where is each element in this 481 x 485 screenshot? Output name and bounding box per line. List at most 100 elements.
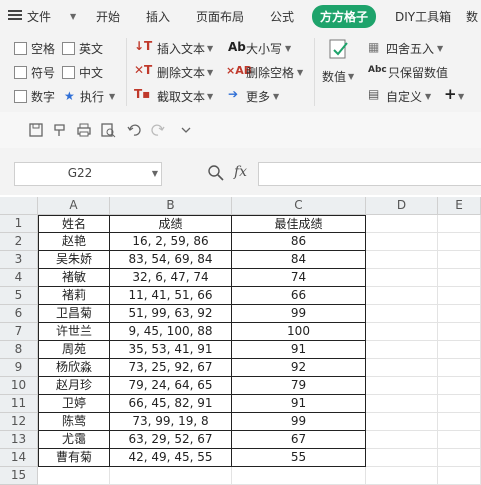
zoom-search-icon[interactable] <box>207 164 225 182</box>
empty-cell[interactable] <box>438 449 481 467</box>
empty-cell[interactable] <box>438 377 481 395</box>
row-header[interactable]: 2 <box>0 233 38 251</box>
chevron-down-icon[interactable]: ▼ <box>297 68 303 77</box>
chevron-down-icon[interactable]: ▼ <box>437 44 443 53</box>
keep-value-button[interactable]: 只保留数值 <box>388 64 448 81</box>
row-header[interactable]: 6 <box>0 305 38 323</box>
format-painter-icon[interactable] <box>52 122 68 138</box>
round-button[interactable]: 四舍五入 <box>386 40 434 57</box>
name-box[interactable]: G22 ▼ <box>14 162 162 186</box>
fx-icon[interactable]: fx <box>234 164 247 180</box>
empty-cell[interactable] <box>366 395 438 413</box>
menu-fangfang-gezi[interactable]: 方方格子 <box>312 5 377 28</box>
empty-cell[interactable] <box>438 269 481 287</box>
table-cell[interactable]: 许世兰 <box>38 323 110 341</box>
customize-toolbar-icon[interactable] <box>178 122 194 138</box>
table-cell[interactable]: 100 <box>232 323 366 341</box>
cut-text-button[interactable]: 截取文本 <box>157 88 205 105</box>
undo-icon[interactable] <box>126 122 142 138</box>
empty-cell[interactable] <box>366 215 438 233</box>
table-cell[interactable]: 66 <box>232 287 366 305</box>
chevron-down-icon[interactable]: ▼ <box>70 12 76 21</box>
table-cell[interactable]: 91 <box>232 341 366 359</box>
table-cell[interactable]: 成绩 <box>110 215 232 233</box>
row-header[interactable]: 5 <box>0 287 38 305</box>
redo-icon[interactable] <box>150 122 166 138</box>
checkbox-symbol[interactable] <box>14 66 27 79</box>
table-cell[interactable]: 卫昌菊 <box>38 305 110 323</box>
table-cell[interactable]: 32, 6, 47, 74 <box>110 269 232 287</box>
row-header[interactable]: 12 <box>0 413 38 431</box>
table-cell[interactable]: 卫婷 <box>38 395 110 413</box>
chevron-down-icon[interactable]: ▼ <box>207 44 213 53</box>
empty-cell[interactable] <box>366 449 438 467</box>
row-header[interactable]: 9 <box>0 359 38 377</box>
checkbox-english[interactable] <box>62 42 75 55</box>
chevron-down-icon[interactable]: ▼ <box>458 92 464 101</box>
table-cell[interactable]: 周苑 <box>38 341 110 359</box>
checkbox-number[interactable] <box>14 90 27 103</box>
empty-cell[interactable] <box>366 287 438 305</box>
table-cell[interactable]: 姓名 <box>38 215 110 233</box>
table-cell[interactable]: 尤霭 <box>38 431 110 449</box>
table-cell[interactable]: 79 <box>232 377 366 395</box>
column-header-d[interactable]: D <box>366 197 438 215</box>
row-header[interactable]: 10 <box>0 377 38 395</box>
table-cell[interactable]: 99 <box>232 305 366 323</box>
table-cell[interactable]: 9, 45, 100, 88 <box>110 323 232 341</box>
row-header[interactable]: 7 <box>0 323 38 341</box>
table-cell[interactable]: 55 <box>232 449 366 467</box>
empty-cell[interactable] <box>366 413 438 431</box>
empty-cell[interactable] <box>366 359 438 377</box>
empty-cell[interactable] <box>438 215 481 233</box>
table-cell[interactable]: 79, 24, 64, 65 <box>110 377 232 395</box>
menu-file[interactable]: 文件 <box>27 8 51 25</box>
table-cell[interactable]: 曹有菊 <box>38 449 110 467</box>
empty-cell[interactable] <box>366 377 438 395</box>
empty-cell[interactable] <box>38 467 110 485</box>
table-cell[interactable]: 99 <box>232 413 366 431</box>
menu-page-layout[interactable]: 页面布局 <box>196 8 244 25</box>
chevron-down-icon[interactable]: ▼ <box>348 72 354 81</box>
empty-cell[interactable] <box>366 341 438 359</box>
chevron-down-icon[interactable]: ▼ <box>425 92 431 101</box>
empty-cell[interactable] <box>110 467 232 485</box>
formula-input[interactable] <box>258 162 481 186</box>
menu-insert[interactable]: 插入 <box>146 8 170 25</box>
delete-space-button[interactable]: 删除空格 <box>246 64 294 81</box>
table-cell[interactable]: 83, 54, 69, 84 <box>110 251 232 269</box>
table-cell[interactable]: 91 <box>232 395 366 413</box>
table-cell[interactable]: 杨欣淼 <box>38 359 110 377</box>
value-button[interactable]: 数值 <box>322 68 346 85</box>
table-cell[interactable]: 73, 25, 92, 67 <box>110 359 232 377</box>
table-cell[interactable]: 51, 99, 63, 92 <box>110 305 232 323</box>
empty-cell[interactable] <box>438 467 481 485</box>
empty-cell[interactable] <box>366 323 438 341</box>
row-header[interactable]: 13 <box>0 431 38 449</box>
table-cell[interactable]: 褚莉 <box>38 287 110 305</box>
empty-cell[interactable] <box>366 431 438 449</box>
empty-cell[interactable] <box>366 233 438 251</box>
hamburger-icon[interactable] <box>8 9 22 21</box>
table-cell[interactable]: 陈莺 <box>38 413 110 431</box>
plus-icon[interactable]: + <box>444 85 457 103</box>
empty-cell[interactable] <box>366 467 438 485</box>
row-header[interactable]: 14 <box>0 449 38 467</box>
table-cell[interactable]: 66, 45, 82, 91 <box>110 395 232 413</box>
menu-formula[interactable]: 公式 <box>270 8 294 25</box>
select-all-corner[interactable] <box>0 197 38 215</box>
empty-cell[interactable] <box>232 467 366 485</box>
chevron-down-icon[interactable]: ▼ <box>152 169 158 178</box>
empty-cell[interactable] <box>438 359 481 377</box>
empty-cell[interactable] <box>438 395 481 413</box>
row-header[interactable]: 8 <box>0 341 38 359</box>
table-cell[interactable]: 吴朱娇 <box>38 251 110 269</box>
column-header-e[interactable]: E <box>438 197 481 215</box>
empty-cell[interactable] <box>366 251 438 269</box>
table-cell[interactable]: 赵月珍 <box>38 377 110 395</box>
delete-text-button[interactable]: 删除文本 <box>157 64 205 81</box>
row-header[interactable]: 15 <box>0 467 38 485</box>
column-header-c[interactable]: C <box>232 197 366 215</box>
table-cell[interactable]: 74 <box>232 269 366 287</box>
execute-button[interactable]: 执行 <box>80 88 104 105</box>
